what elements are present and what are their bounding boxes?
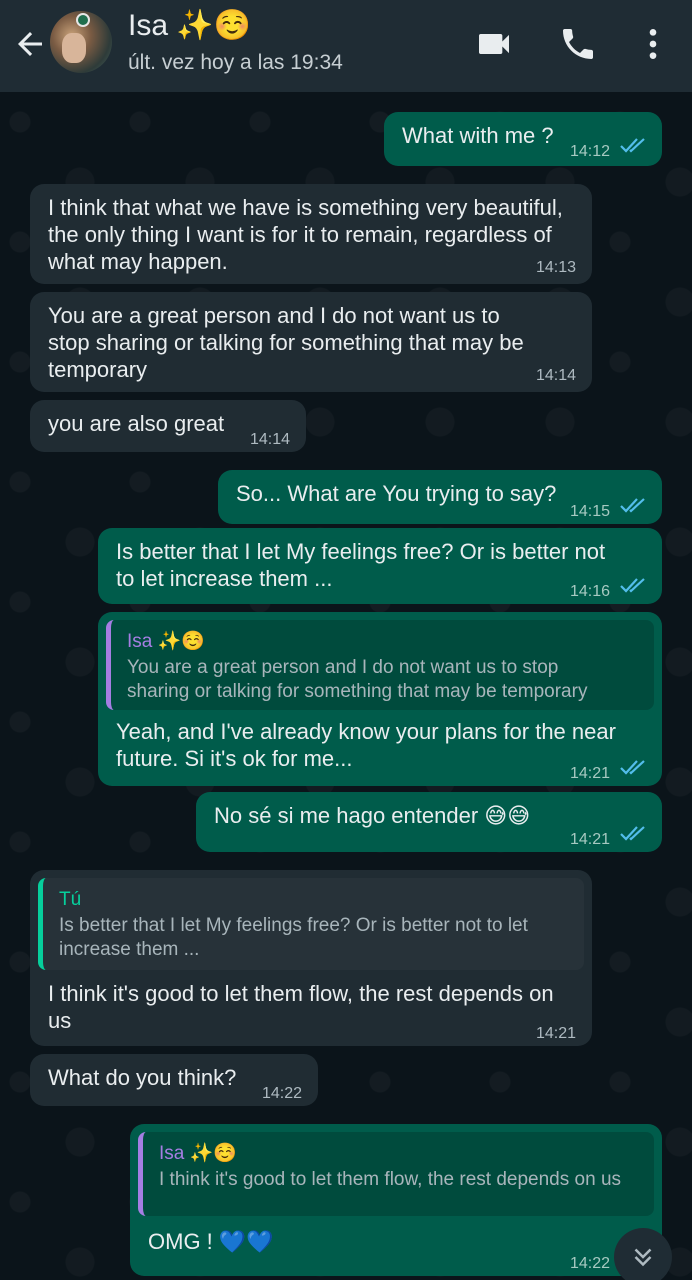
message-bubble-outgoing-reply[interactable]: Isa ✨☺️ I think it's good to let them fl…	[130, 1124, 662, 1276]
message-text: What with me ?	[402, 123, 554, 148]
message-text: So... What are You trying to say?	[236, 481, 557, 506]
message-time: 14:21	[570, 765, 611, 782]
read-receipt-icon	[620, 760, 645, 775]
more-vert-icon[interactable]	[633, 24, 673, 64]
message-time: 14:16	[570, 583, 611, 600]
message-text: OMG ! 💙💙	[148, 1229, 274, 1254]
quoted-text: I think it's good to let them flow, the …	[159, 1169, 622, 1190]
message-bubble-outgoing[interactable]: So... What are You trying to say? 14:15	[218, 470, 662, 524]
message-time: 14:14	[536, 367, 577, 384]
message-bubble-outgoing[interactable]: What with me ? 14:12	[384, 112, 662, 166]
message-time: 14:14	[250, 431, 291, 448]
chat-area[interactable]: What with me ? 14:12 I think that what w…	[0, 92, 692, 1280]
scroll-down-icon	[634, 1248, 652, 1267]
message-text: You are a great person and I do not want…	[48, 303, 524, 382]
phone-icon[interactable]	[558, 24, 598, 64]
quoted-message[interactable]: Isa ✨☺️ You are a great person and I do …	[106, 620, 654, 710]
message-time: 14:15	[570, 503, 611, 520]
video-call-icon[interactable]	[474, 24, 514, 64]
quoted-message[interactable]: Tú Is better that I let My feelings free…	[38, 878, 584, 970]
message-bubble-outgoing[interactable]: Is better that I let My feelings free? O…	[98, 528, 662, 604]
message-bubble-incoming[interactable]: you are also great 14:14	[30, 400, 306, 452]
message-bubble-outgoing[interactable]: No sé si me hago entender 😅😅 14:21	[196, 792, 662, 852]
quoted-sender: Isa ✨☺️	[159, 1143, 237, 1164]
message-time: 14:22	[262, 1085, 303, 1102]
message-time: 14:22	[570, 1255, 611, 1272]
message-text: What do you think?	[48, 1065, 237, 1090]
message-bubble-incoming-reply[interactable]: Tú Is better that I let My feelings free…	[30, 870, 592, 1046]
message-bubble-outgoing-reply[interactable]: Isa ✨☺️ You are a great person and I do …	[98, 612, 662, 786]
back-arrow-icon[interactable]	[12, 26, 48, 62]
message-text: you are also great	[48, 411, 225, 436]
quoted-text: Is better that I let My feelings free? O…	[59, 915, 528, 960]
message-text: Is better that I let My feelings free? O…	[116, 539, 606, 591]
last-seen-status: últ. vez hoy a las 19:34	[128, 51, 343, 74]
read-receipt-icon	[620, 578, 645, 593]
message-text: I think that what we have is something v…	[48, 195, 563, 274]
quoted-text: You are a great person and I do not want…	[127, 657, 588, 702]
message-text: Yeah, and I've already know your plans f…	[116, 719, 616, 771]
contact-name[interactable]: Isa ✨☺️	[128, 8, 251, 43]
quoted-sender: Tú	[59, 889, 82, 910]
message-time: 14:21	[536, 1025, 577, 1042]
quoted-message[interactable]: Isa ✨☺️ I think it's good to let them fl…	[138, 1132, 654, 1216]
read-receipt-icon	[620, 826, 645, 841]
message-bubble-incoming[interactable]: I think that what we have is something v…	[30, 184, 592, 284]
message-time: 14:12	[570, 143, 611, 160]
read-receipt-icon	[620, 498, 645, 513]
message-bubble-incoming[interactable]: You are a great person and I do not want…	[30, 292, 592, 392]
avatar[interactable]	[50, 11, 112, 73]
message-time: 14:13	[536, 259, 577, 276]
quoted-sender: Isa ✨☺️	[127, 631, 205, 652]
chat-header: Isa ✨☺️ últ. vez hoy a las 19:34	[0, 0, 692, 92]
message-text: I think it's good to let them flow, the …	[48, 981, 554, 1033]
message-time: 14:21	[570, 831, 611, 848]
scroll-to-bottom-button[interactable]	[614, 1228, 672, 1280]
read-receipt-icon	[620, 138, 645, 153]
message-bubble-incoming[interactable]: What do you think? 14:22	[30, 1054, 318, 1106]
message-text: No sé si me hago entender 😅😅	[214, 803, 531, 828]
